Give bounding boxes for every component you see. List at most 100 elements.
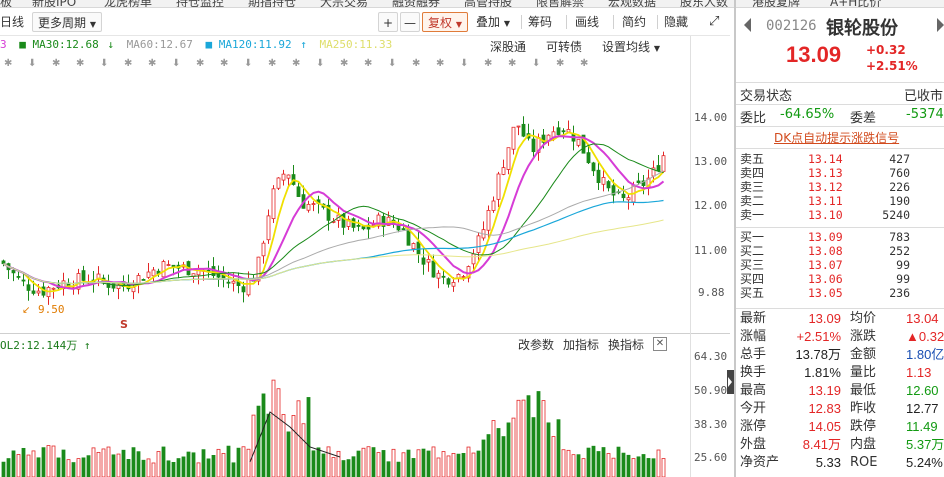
ma250-line [3, 219, 664, 285]
chart-links: 设置均线 ▼ [602, 38, 660, 56]
nav-item[interactable]: 期指持仓 [248, 0, 296, 7]
volume-bar [596, 451, 601, 477]
price-chart[interactable] [0, 70, 730, 332]
weicha-value: -5374 [906, 107, 944, 122]
switch-indicator-button[interactable]: 换指标 [608, 336, 644, 353]
stat-value: 12.83 [808, 401, 841, 416]
fullscreen-icon[interactable]: ⤢ [709, 12, 719, 32]
ma60-line [3, 170, 664, 285]
period-day-button[interactable]: 日线 [0, 12, 26, 32]
signal-star-icon: ⬇ [460, 58, 469, 69]
candle-body [636, 180, 641, 184]
volume-bar [126, 459, 131, 477]
volume-bar [636, 456, 641, 477]
stat-value: ▲0.32 [906, 329, 944, 344]
more-period-dropdown[interactable]: 更多周期 ▼ [32, 12, 102, 32]
volume-bars-svg [1, 379, 666, 477]
chips-button[interactable]: 筹码 [528, 12, 552, 32]
close-icon[interactable]: ✕ [653, 337, 667, 351]
convertible-bond-link[interactable]: 可转债 [546, 40, 582, 54]
ma10-line [2, 135, 665, 290]
order-book-row: 卖四 13.13 760 [740, 166, 944, 180]
panel-divider [0, 333, 730, 334]
volume-bar [341, 460, 346, 477]
volume-bar [301, 423, 306, 477]
stat-row: 涨幅 +2.51% 涨跌 ▲0.32 [740, 328, 944, 346]
zoom-in-button[interactable]: + [378, 12, 398, 32]
nav-item[interactable]: 龙虎榜单 [104, 0, 152, 7]
nav-item[interactable]: 宏观数据 [608, 0, 656, 7]
collapse-panel-handle[interactable] [727, 370, 734, 394]
level-volume: 226 [889, 180, 910, 194]
sgt-link[interactable]: 深股通 [490, 40, 526, 54]
stat-row: 总手 13.78万 金额 1.80亿 [740, 346, 944, 364]
volume-chart[interactable] [0, 352, 730, 477]
chart-links: 深股通 [490, 38, 526, 56]
volume-bar [521, 399, 526, 477]
ma250-value: MA250:11.33 [319, 38, 393, 51]
volume-bar [621, 452, 626, 477]
level-price: 13.08 [808, 244, 843, 258]
stock-name: 银轮股份 [826, 18, 898, 39]
nav-item[interactable]: 板 [0, 0, 12, 7]
price-change: +0.32 +2.51% [866, 42, 918, 74]
volume-bar [116, 453, 121, 477]
level-price: 13.11 [808, 194, 843, 208]
stat-value: 5.33 [815, 455, 841, 470]
stat-key: 跌停 [850, 419, 877, 434]
candle-body [621, 193, 626, 199]
overlay-dropdown[interactable]: 叠加 ▼ [476, 12, 516, 32]
ma120-value: MA120:11.92 [218, 38, 292, 51]
set-ma-dropdown[interactable]: 设置均线 ▼ [602, 40, 660, 54]
volume-bar [366, 446, 371, 477]
hide-button[interactable]: 隐藏 [664, 12, 688, 32]
nav-item[interactable]: 持仓监控 [176, 0, 224, 7]
candle-body [31, 290, 36, 294]
simple-mode-button[interactable]: 简约 [622, 12, 646, 32]
stat-value: 12.60 [906, 383, 939, 398]
candle-body [521, 123, 526, 137]
nav-item[interactable]: 限售解禁 [536, 0, 584, 7]
signal-star-icon: ✱ [148, 58, 157, 69]
price-axis-label: 13.00 [694, 155, 728, 168]
candle-body [216, 273, 221, 278]
signal-star-icon: ⬇ [388, 58, 397, 69]
nav-item[interactable]: 新股IPO [32, 0, 76, 7]
nav-item[interactable]: 股东人数 [680, 0, 728, 7]
level-volume: 252 [889, 244, 910, 258]
volume-bar [226, 445, 231, 477]
nav-item[interactable]: 融资融券 [392, 0, 440, 7]
change-params-button[interactable]: 改参数 [518, 336, 554, 353]
nav-item[interactable]: A+H比价 [830, 0, 881, 7]
stat-key: 涨幅 [740, 329, 767, 344]
volume-bar [186, 451, 191, 477]
candle-body [246, 278, 251, 296]
volume-bar [231, 462, 236, 477]
volume-bar [311, 450, 316, 477]
volume-bar [251, 414, 256, 477]
nav-item[interactable]: 高管持股 [464, 0, 512, 7]
volume-bar [511, 417, 516, 477]
volume-bar [41, 447, 46, 477]
add-indicator-button[interactable]: 加指标 [563, 336, 599, 353]
stat-value: 5.37万 [906, 437, 944, 452]
zoom-out-button[interactable]: — [400, 12, 420, 32]
level-label: 卖一 [740, 208, 765, 222]
stat-value: 13.19 [808, 383, 841, 398]
stat-row: 外盘 8.41万 内盘 5.37万 [740, 436, 944, 454]
stat-value: 14.05 [808, 419, 841, 434]
next-stock-icon[interactable] [937, 18, 944, 32]
draw-line-button[interactable]: 画线 [575, 12, 599, 32]
volume-bar [261, 393, 266, 477]
candle-body [261, 242, 266, 257]
toolbar-divider [521, 15, 522, 29]
signal-announcement-link[interactable]: DK点自动提示涨跌信号 [774, 129, 899, 146]
stat-key: 金额 [850, 347, 877, 362]
nav-item[interactable]: 港股复牌 [752, 0, 800, 7]
nav-item[interactable]: 大宗交易 [320, 0, 368, 7]
volume-bar [626, 454, 631, 477]
fuquan-dropdown[interactable]: 复权 ▼ [422, 12, 468, 32]
prev-stock-icon[interactable] [744, 18, 751, 32]
volume-bar [451, 453, 456, 477]
chevron-down-icon: ▼ [89, 20, 96, 29]
